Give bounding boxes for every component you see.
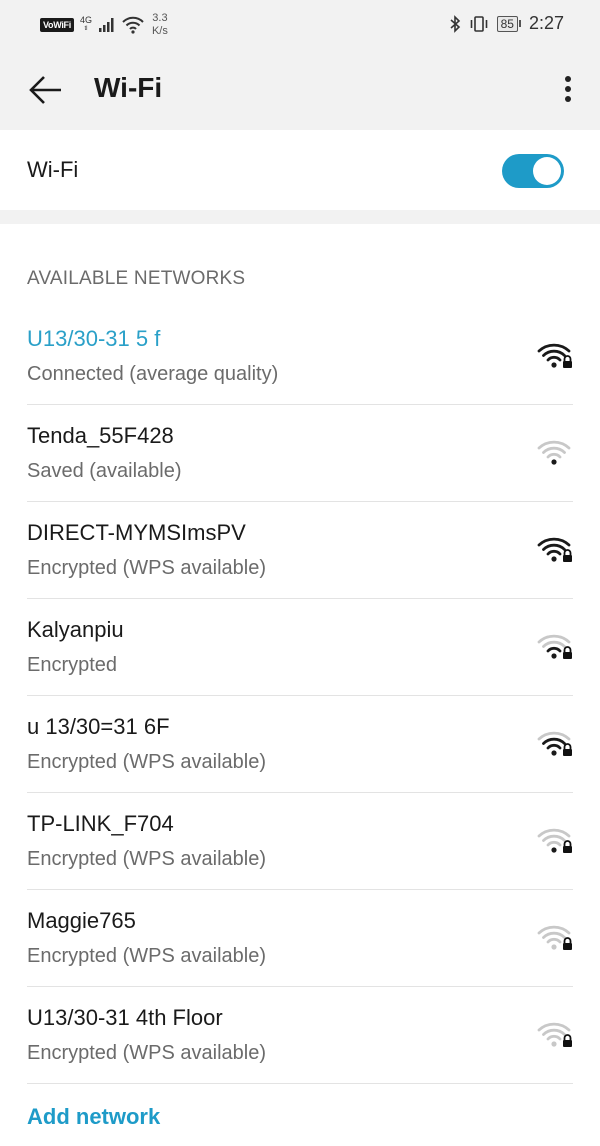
battery-indicator: 85 xyxy=(496,15,521,32)
vibrate-icon xyxy=(470,15,487,32)
network-name: DIRECT-MYMSImsPV xyxy=(27,520,246,545)
network-gen-label: 4G xyxy=(79,15,92,25)
network-type: 4G tl xyxy=(80,16,92,34)
wifi-signal-icon xyxy=(537,440,571,465)
clock: 2:27 xyxy=(528,13,564,33)
app-bar: Wi-Fi xyxy=(0,50,600,130)
network-name: Kalyanpiu xyxy=(27,617,124,642)
lock-icon xyxy=(563,743,572,756)
wifi-signal-icon xyxy=(537,731,572,756)
network-status: Saved (available) xyxy=(27,460,182,482)
network-status: Encrypted xyxy=(27,654,118,676)
wifi-switch[interactable] xyxy=(502,154,564,188)
lock-icon xyxy=(563,1034,572,1047)
more-vert-icon xyxy=(565,76,571,82)
network-status: Encrypted (WPS available) xyxy=(27,557,266,579)
lock-icon xyxy=(563,646,572,659)
wifi-toggle-row[interactable]: Wi-Fi xyxy=(0,130,600,210)
network-name: Tenda_55F428 xyxy=(27,423,174,448)
more-options-button[interactable] xyxy=(558,72,578,108)
network-name: U13/30-31 4th Floor xyxy=(27,1005,223,1030)
network-item[interactable]: U13/30-31 4th Floor Encrypted (WPS availa… xyxy=(0,987,600,1084)
network-item[interactable]: DIRECT-MYMSImsPV Encrypted (WPS available… xyxy=(0,502,600,599)
available-networks-header: AVAILABLE NETWORKS xyxy=(27,268,246,289)
section-divider xyxy=(0,210,600,224)
wifi-signal-icon xyxy=(537,828,572,853)
network-status: Encrypted (WPS available) xyxy=(27,945,266,967)
network-sub-label: tl xyxy=(84,26,88,32)
back-button[interactable] xyxy=(28,74,64,106)
lock-icon xyxy=(563,937,572,950)
network-name: TP-LINK_F704 xyxy=(27,811,174,836)
arrow-left-icon xyxy=(29,76,61,104)
network-item[interactable]: TP-LINK_F704 Encrypted (WPS available) xyxy=(0,793,600,890)
wifi-signal-icon xyxy=(537,537,572,562)
lock-icon xyxy=(563,840,572,853)
network-item[interactable]: Maggie765 Encrypted (WPS available) xyxy=(0,890,600,987)
battery-tip xyxy=(518,20,521,27)
status-bar: VoWiFi 4G tl 3.3 K/s 85 2:27 xyxy=(0,0,600,50)
battery-level: 85 xyxy=(496,15,518,32)
bluetooth-icon xyxy=(450,14,460,33)
status-right: 85 2:27 xyxy=(449,13,564,34)
network-item[interactable]: Kalyanpiu Encrypted xyxy=(0,599,600,696)
status-left: VoWiFi 4G tl 3.3 K/s xyxy=(40,12,168,38)
network-name: Maggie765 xyxy=(27,908,136,933)
cell-signal-icon xyxy=(98,18,114,32)
switch-knob xyxy=(533,157,561,185)
network-item[interactable]: u 13/30=31 6F Encrypted (WPS available) xyxy=(0,696,600,793)
network-status: Encrypted (WPS available) xyxy=(27,1042,266,1064)
lock-icon xyxy=(563,355,572,368)
add-network-button[interactable]: Add network xyxy=(27,1104,160,1130)
list-divider xyxy=(27,1083,573,1084)
speed-value: 3.3 xyxy=(152,12,168,24)
network-name: u 13/30=31 6F xyxy=(27,714,170,739)
network-speed: 3.3 K/s xyxy=(152,12,168,38)
page-title: Wi-Fi xyxy=(94,72,163,103)
network-status: Connected (average quality) xyxy=(27,363,279,385)
speed-unit: K/s xyxy=(151,25,168,37)
network-status: Encrypted (WPS available) xyxy=(27,848,266,870)
wifi-status-icon xyxy=(122,16,144,34)
wifi-toggle-label: Wi-Fi xyxy=(27,157,79,182)
lock-icon xyxy=(563,549,572,562)
wifi-signal-icon xyxy=(537,925,572,950)
network-item[interactable]: Tenda_55F428 Saved (available) xyxy=(0,405,600,502)
vowifi-badge: VoWiFi xyxy=(40,18,74,32)
wifi-signal-icon xyxy=(537,1022,572,1047)
network-status: Encrypted (WPS available) xyxy=(27,751,266,773)
network-name: U13/30-31 5 f xyxy=(27,326,161,351)
wifi-signal-icon xyxy=(537,343,572,368)
wifi-signal-icon xyxy=(537,634,572,659)
network-item[interactable]: U13/30-31 5 f Connected (average quality) xyxy=(0,308,600,405)
network-list: U13/30-31 5 f Connected (average quality)… xyxy=(0,308,600,1084)
